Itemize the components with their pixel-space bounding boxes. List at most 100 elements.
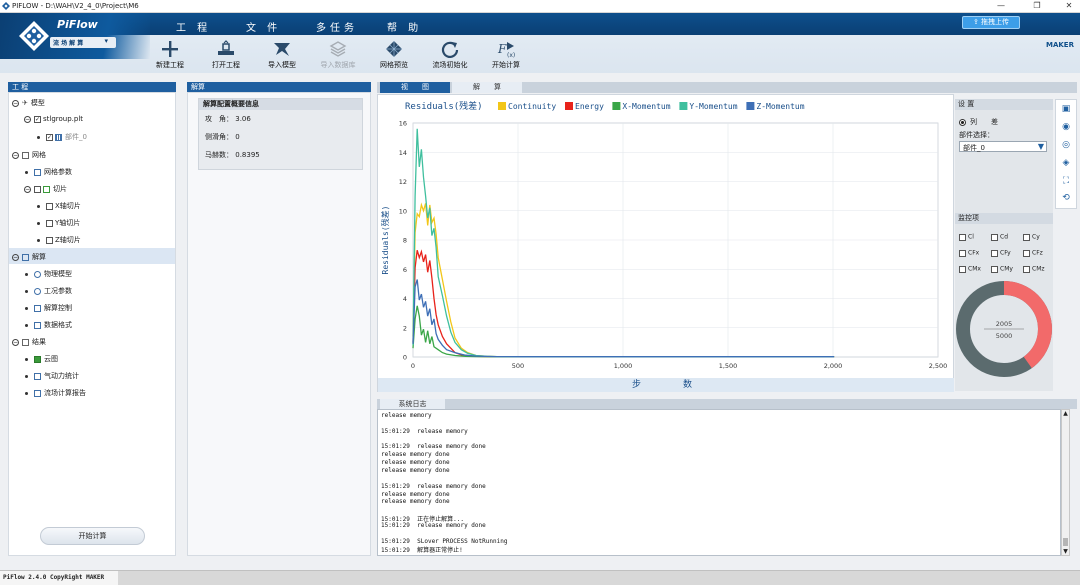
import-database-button[interactable]: 导入数据库 [310, 40, 366, 70]
tree-mesh[interactable]: − 网格 [12, 150, 46, 160]
monitor-checkbox[interactable] [1023, 265, 1030, 273]
file-checkbox[interactable]: ✓ [34, 115, 41, 123]
monitor-item-cmy[interactable]: CMy [991, 265, 1013, 273]
z-slice-checkbox[interactable] [46, 236, 53, 244]
monitor-checkbox[interactable] [1023, 249, 1030, 257]
tree-physics[interactable]: 物理模型 [25, 269, 72, 279]
tree-conditions[interactable]: 工况参数 [25, 286, 72, 296]
menu-file[interactable]: 文 件 [246, 19, 281, 34]
attack-angle-value: 3.06 [235, 115, 251, 123]
log-line: 15:01:29 release memory done [381, 482, 486, 490]
tab-system-log[interactable]: 系统日志 [380, 399, 445, 409]
mesh-params-icon [34, 168, 41, 176]
start-compute-button[interactable]: F (x) 开始计算 [478, 40, 534, 70]
image-icon[interactable]: ▣ [1060, 104, 1072, 114]
monitor-checkbox[interactable] [959, 265, 966, 273]
monitor-checkbox[interactable] [959, 249, 966, 257]
x-axis-label: 步 数 [378, 378, 954, 392]
fit-view-icon[interactable]: ⛶ [1060, 176, 1072, 186]
monitor-item-cmx[interactable]: CMx [959, 265, 981, 273]
tree-slice[interactable]: − 切片 [24, 184, 67, 194]
legend-swatch-x-momentum [612, 102, 621, 110]
tree-x-slice[interactable]: X轴切片 [37, 201, 81, 211]
scroll-down-icon[interactable]: ▼ [1062, 548, 1069, 555]
open-project-button[interactable]: 打开工程 [198, 40, 254, 70]
collapse-icon: − [12, 99, 19, 107]
import-model-button[interactable]: 导入模型 [254, 40, 310, 70]
tree-physics-label: 物理模型 [44, 270, 72, 278]
minimize-button[interactable]: — [994, 1, 1008, 10]
menu-project[interactable]: 工 程 [176, 19, 211, 34]
monitor-checkbox[interactable] [959, 233, 966, 241]
log-line: 15:01:29 SLover PROCESS NotRunning [381, 537, 508, 545]
y-tick-label: 2 [403, 324, 407, 332]
scroll-up-icon[interactable]: ▲ [1062, 410, 1069, 417]
y-tick-label: 0 [403, 354, 407, 362]
dropdown-arrow-icon: ▼ [1037, 142, 1044, 151]
tree-mesh-params[interactable]: 网格参数 [25, 167, 72, 177]
monitor-item-cd[interactable]: Cd [991, 233, 1008, 241]
flow-init-button[interactable]: 流场初始化 [422, 40, 478, 70]
mesh-preview-button[interactable]: 网格预览 [366, 40, 422, 70]
monitor-item-cfz[interactable]: CFz [1023, 249, 1043, 257]
tree-part[interactable]: ✓ 部件_0 [37, 132, 87, 142]
tree-aero[interactable]: 气动力统计 [25, 371, 79, 381]
tree-report[interactable]: 流场计算报告 [25, 388, 86, 398]
upload-button[interactable]: ⇪ 拖拽上传 [962, 16, 1020, 29]
mode-selector[interactable]: 流 场 解 算 ▾ [50, 37, 116, 48]
slice-icon [43, 185, 50, 193]
menu-help[interactable]: 帮 助 [387, 19, 422, 34]
tree-z-slice-label: Z轴切片 [55, 236, 81, 244]
tree-model[interactable]: − ✈ 模型 [12, 98, 45, 108]
monitor-item-cy[interactable]: Cy [1023, 233, 1040, 241]
tree-format[interactable]: 数据格式 [25, 320, 72, 330]
restore-button[interactable]: ❐ [1030, 1, 1044, 10]
x-slice-checkbox[interactable] [46, 202, 53, 210]
menu-band [0, 13, 1080, 35]
close-button[interactable]: ✕ [1062, 1, 1076, 10]
tree-control[interactable]: 解算控制 [25, 303, 72, 313]
tree-results[interactable]: − 结果 [12, 337, 46, 347]
eye-settings-icon[interactable]: ◎ [1060, 140, 1072, 150]
tree-y-slice[interactable]: Y轴切片 [37, 218, 80, 228]
tree-solve[interactable]: − 解算 [9, 248, 175, 264]
eye-icon[interactable]: ◉ [1060, 122, 1072, 132]
monitor-checkbox[interactable] [991, 265, 998, 273]
monitor-item-cfy[interactable]: CFy [991, 249, 1011, 257]
y-tick-label: 6 [403, 266, 407, 274]
log-scrollbar[interactable]: ▲ ▼ [1061, 409, 1070, 556]
upload-label: 拖拽上传 [981, 18, 1010, 26]
part-select-dropdown[interactable]: 部件_0 ▼ [959, 141, 1047, 152]
tree-contour[interactable]: 云图 [25, 354, 58, 364]
residual-radio[interactable]: 列 差 [959, 117, 998, 127]
menu-multitask[interactable]: 多任务 [316, 19, 358, 34]
monitor-item-cl[interactable]: Cl [959, 233, 974, 241]
tree-mesh-params-label: 网格参数 [44, 168, 72, 176]
scroll-thumb[interactable] [1063, 538, 1068, 546]
monitor-item-cmz[interactable]: CMz [1023, 265, 1045, 273]
monitor-checkbox[interactable] [991, 233, 998, 241]
view-icon[interactable]: ◈ [1060, 158, 1072, 168]
bullet-icon [25, 357, 28, 361]
bullet-icon [25, 391, 28, 395]
physics-icon [34, 270, 41, 278]
part-checkbox[interactable]: ✓ [46, 133, 53, 141]
legend-label-continuity: Continuity [508, 102, 556, 111]
monitor-item-cfx[interactable]: CFx [959, 249, 979, 257]
monitor-label: CMx [968, 265, 981, 273]
start-compute-bottom-button[interactable]: 开始计算 [40, 527, 145, 545]
tree-file[interactable]: − ✓ stlgroup.plt [24, 115, 83, 123]
monitor-checkbox[interactable] [991, 249, 998, 257]
x-tick-label: 2,000 [824, 362, 843, 370]
new-project-button[interactable]: 新建工程 [142, 40, 198, 70]
monitor-label: Cy [1032, 233, 1040, 241]
open-project-label: 打开工程 [212, 61, 240, 69]
y-slice-checkbox[interactable] [46, 219, 53, 227]
rotate-view-icon[interactable]: ⟲ [1060, 193, 1072, 203]
monitor-checkbox[interactable] [1023, 233, 1030, 241]
tab-solve[interactable]: 解 算 [452, 82, 522, 93]
tab-view[interactable]: 视 图 [380, 82, 450, 93]
log-line: 15:01:29 release memory [381, 427, 468, 435]
slice-checkbox[interactable] [34, 185, 41, 193]
tree-z-slice[interactable]: Z轴切片 [37, 235, 81, 245]
